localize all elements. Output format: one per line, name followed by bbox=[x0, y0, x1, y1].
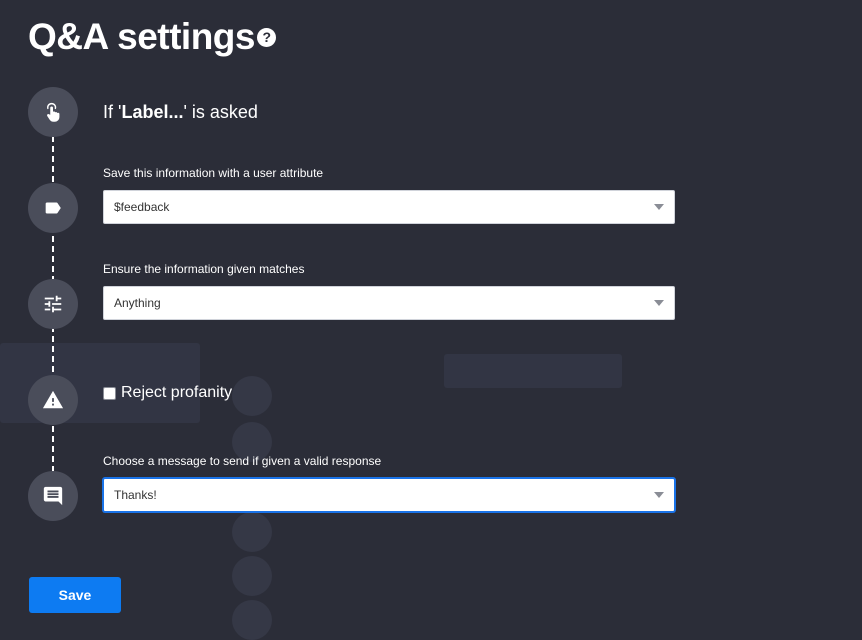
background-avatar bbox=[232, 556, 272, 596]
profanity-checkbox[interactable] bbox=[103, 386, 116, 400]
question-suffix: ' is asked bbox=[183, 102, 258, 122]
page-title-text: Q&A settings bbox=[28, 16, 255, 57]
response-label: Choose a message to send if given a vali… bbox=[103, 454, 382, 468]
profanity-label: Reject profanity bbox=[121, 384, 233, 401]
tag-icon bbox=[42, 197, 64, 219]
background-button bbox=[444, 354, 622, 388]
help-icon[interactable]: ? bbox=[256, 27, 276, 47]
background-avatar bbox=[232, 376, 272, 416]
response-value: Thanks! bbox=[114, 488, 157, 502]
attribute-value: $feedback bbox=[114, 200, 170, 214]
save-button[interactable]: Save bbox=[29, 577, 121, 613]
step-response bbox=[28, 471, 78, 521]
response-select[interactable]: Thanks! bbox=[103, 478, 675, 512]
question-prefix: If ' bbox=[103, 102, 122, 122]
validation-label: Ensure the information given matches bbox=[103, 262, 305, 276]
question-heading: If 'Label...' is asked bbox=[103, 102, 258, 123]
step-attribute bbox=[28, 183, 78, 233]
page-title: Q&A settings? bbox=[28, 16, 276, 58]
step-validation bbox=[28, 279, 78, 329]
chat-bubble-icon bbox=[42, 485, 64, 507]
sliders-icon bbox=[42, 293, 64, 315]
background-avatar bbox=[232, 512, 272, 552]
chevron-down-icon bbox=[654, 300, 664, 306]
profanity-row[interactable]: Reject profanity bbox=[103, 384, 232, 402]
step-profanity bbox=[28, 375, 78, 425]
attribute-select[interactable]: $feedback bbox=[103, 190, 675, 224]
question-label: Label... bbox=[121, 102, 184, 122]
chevron-down-icon bbox=[654, 204, 664, 210]
validation-select[interactable]: Anything bbox=[103, 286, 675, 320]
validation-value: Anything bbox=[114, 296, 161, 310]
attribute-label: Save this information with a user attrib… bbox=[103, 166, 324, 180]
pointer-hand-icon bbox=[42, 101, 64, 123]
chevron-down-icon bbox=[654, 492, 664, 498]
warning-icon bbox=[42, 389, 64, 411]
background-avatar bbox=[232, 600, 272, 640]
step-question bbox=[28, 87, 78, 137]
